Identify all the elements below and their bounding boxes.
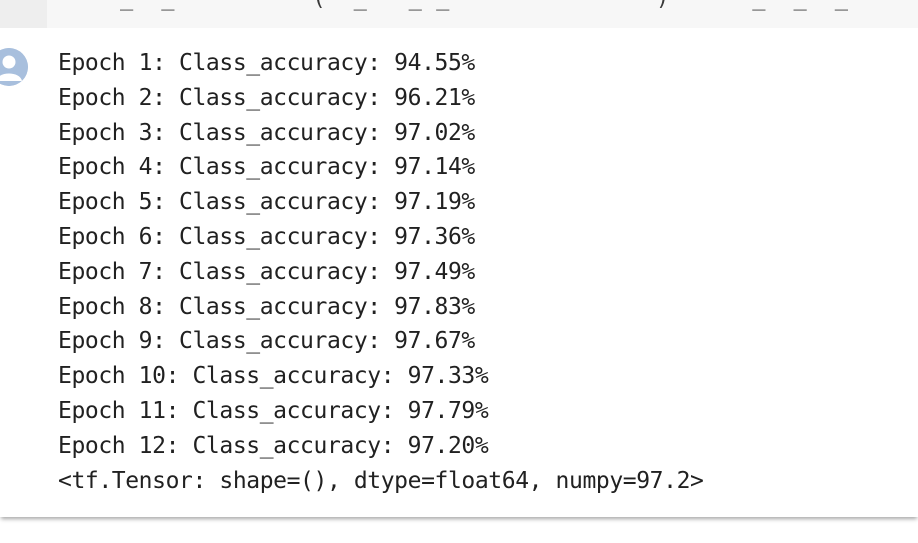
output-line: Epoch 10: Class_accuracy: 97.33%: [58, 363, 489, 390]
code-editor[interactable]: _ _ ( _ _ _ ) _ _ _: [0, 0, 918, 28]
output-line: Epoch 4: Class_accuracy: 97.14%: [58, 154, 475, 181]
output-line: Epoch 1: Class_accuracy: 94.55%: [58, 50, 475, 76]
output-log: Epoch 1: Class_accuracy: 94.55% Epoch 2: …: [58, 46, 704, 498]
output-line: Epoch 11: Class_accuracy: 97.79%: [58, 397, 489, 424]
output-line: Epoch 6: Class_accuracy: 97.36%: [58, 223, 475, 250]
user-avatar-icon: [0, 48, 28, 86]
output-line: Epoch 5: Class_accuracy: 97.19%: [58, 189, 475, 216]
output-line: Epoch 8: Class_accuracy: 97.83%: [58, 293, 475, 320]
notebook-cell: _ _ ( _ _ _ ) _ _ _ Epoch 1: Class_accur…: [0, 0, 918, 517]
output-line: Epoch 7: Class_accuracy: 97.49%: [58, 258, 475, 285]
output-line: Epoch 2: Class_accuracy: 96.21%: [58, 84, 475, 111]
output-line: Epoch 3: Class_accuracy: 97.02%: [58, 119, 475, 146]
tensor-result-line: <tf.Tensor: shape=(), dtype=float64, num…: [58, 467, 704, 494]
code-gutter: [0, 0, 47, 28]
output-line: Epoch 9: Class_accuracy: 97.67%: [58, 328, 475, 355]
code-snippet: _ _ ( _ _ _ ) _ _ _: [120, 0, 849, 11]
cell-output: Epoch 1: Class_accuracy: 94.55% Epoch 2: …: [0, 28, 918, 517]
output-line: Epoch 12: Class_accuracy: 97.20%: [58, 432, 489, 459]
